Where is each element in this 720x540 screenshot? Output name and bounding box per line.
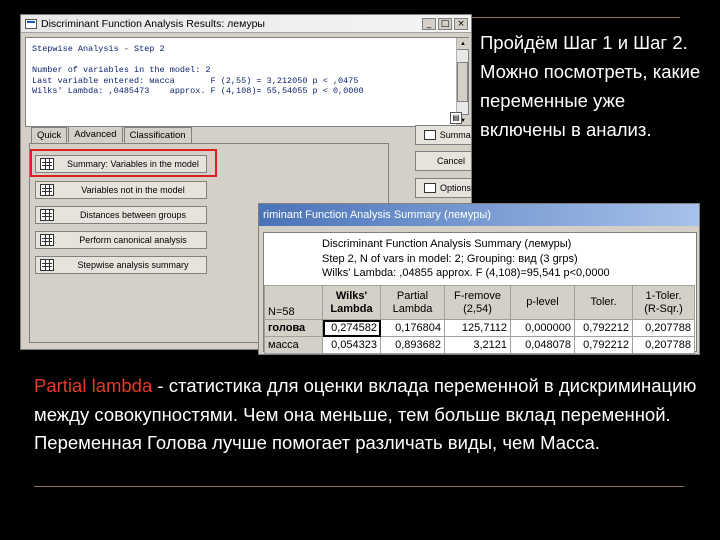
header-line: Discriminant Function Analysis Summary (… (322, 238, 572, 250)
column-header[interactable]: 1-Toler. (R-Sqr.) (632, 285, 695, 320)
table-header-row: N=58 Wilks' Lambda Partial Lambda F-remove… (264, 285, 695, 320)
spreadsheet-header: Discriminant Function Analysis Summary (… (322, 237, 610, 281)
options-icon (423, 183, 436, 193)
table-cell[interactable]: 0,207788 (632, 336, 695, 354)
output-line: Wilks' Lambda: ,0485473 approx. F (4,108… (32, 86, 364, 96)
table-cell[interactable]: 3,2121 (444, 336, 511, 354)
minimize-button[interactable]: _ (422, 17, 436, 30)
column-header[interactable]: F-remove (2,54) (444, 285, 511, 320)
table-icon (40, 184, 54, 196)
table-cell[interactable]: 0,176804 (380, 319, 445, 337)
summary-icon (423, 130, 436, 140)
bottom-divider-line (34, 486, 684, 487)
tab-classification[interactable]: Classification (123, 127, 192, 143)
column-header[interactable]: Toler. (574, 285, 633, 320)
variables-not-in-model-button[interactable]: Variables not in the model (35, 181, 207, 199)
table-cell[interactable]: 0,000000 (510, 319, 575, 337)
row-header[interactable]: голова (264, 319, 323, 337)
table-cell[interactable]: 0,274582 (322, 319, 381, 337)
table-icon (40, 259, 54, 271)
tab-advanced[interactable]: Advanced (68, 126, 123, 142)
output-options-icon[interactable]: ▤ (450, 112, 462, 124)
highlight-box (30, 149, 217, 177)
maximize-button[interactable]: □ (438, 17, 452, 30)
summary-table: N=58 Wilks' Lambda Partial Lambda F-remove… (264, 285, 695, 354)
partial-lambda-definition: Partial lambda - статистика для оценки в… (34, 372, 704, 429)
partial-lambda-explanation: Partial lambda - статистика для оценки в… (34, 372, 704, 458)
output-line: Number of variables in the model: 2 (32, 65, 211, 75)
results-window-titlebar[interactable]: Discriminant Function Analysis Results: … (21, 15, 471, 33)
table-cell[interactable]: 0,207788 (632, 319, 695, 337)
summary-button[interactable]: Summary (415, 125, 471, 145)
app-icon (25, 18, 37, 29)
column-header[interactable]: Partial Lambda (380, 285, 445, 320)
row-header[interactable]: масса (264, 336, 323, 354)
results-output-pane: Stepwise Analysis - Step 2 Number of var… (25, 37, 469, 127)
summary-window-title[interactable]: riminant Function Analysis Summary (лему… (259, 204, 699, 226)
results-window-title: Discriminant Function Analysis Results: … (41, 17, 265, 30)
results-tabs: Quick Advanced Classification (31, 126, 193, 143)
top-divider-line (472, 17, 680, 18)
table-cell[interactable]: 0,893682 (380, 336, 445, 354)
table-cell[interactable]: 0,054323 (322, 336, 381, 354)
cancel-button[interactable]: Cancel (415, 151, 471, 171)
results-output-text: Stepwise Analysis - Step 2 Number of var… (32, 44, 364, 97)
options-button[interactable]: Options ▾ (415, 178, 471, 198)
stepwise-analysis-summary-button[interactable]: Stepwise analysis summary (35, 256, 207, 274)
distances-between-groups-button[interactable]: Distances between groups (35, 206, 207, 224)
output-line: Last variable entered: масса F (2,55) = … (32, 75, 359, 86)
step-explanation-text: Пройдём Шаг 1 и Шаг 2. Можно посмотреть,… (480, 32, 701, 140)
summary-spreadsheet-window: riminant Function Analysis Summary (лему… (258, 203, 700, 355)
conclusion-text: Переменная Голова лучше помогает различа… (34, 432, 600, 453)
tab-quick[interactable]: Quick (31, 127, 68, 143)
table-row: масса 0,054323 0,893682 3,2121 0,048078 … (264, 336, 695, 354)
summary-grid: Discriminant Function Analysis Summary (… (263, 232, 697, 354)
output-line: Stepwise Analysis - Step 2 (32, 44, 165, 54)
table-row: голова 0,274582 0,176804 125,7112 0,0000… (264, 319, 695, 337)
table-cell[interactable]: 0,792212 (574, 336, 633, 354)
header-line: Step 2, N of vars in model: 2; Grouping:… (322, 252, 578, 265)
scroll-up-icon[interactable]: ▲ (457, 38, 469, 50)
table-icon (40, 209, 54, 221)
canonical-analysis-icon (40, 234, 54, 246)
scroll-thumb[interactable] (457, 62, 468, 102)
table-cell[interactable]: 0,048078 (510, 336, 575, 354)
partial-lambda-term: Partial lambda (34, 375, 153, 396)
n-label: N=58 (264, 285, 323, 320)
header-line: Wilks' Lambda: ,04855 approx. F (4,108)=… (322, 267, 610, 279)
perform-canonical-analysis-button[interactable]: Perform canonical analysis (35, 231, 207, 249)
table-cell[interactable]: 0,792212 (574, 319, 633, 337)
close-button[interactable]: × (454, 17, 468, 30)
table-cell[interactable]: 125,7112 (444, 319, 511, 337)
column-header[interactable]: Wilks' Lambda (322, 285, 381, 320)
column-header[interactable]: p-level (510, 285, 575, 320)
